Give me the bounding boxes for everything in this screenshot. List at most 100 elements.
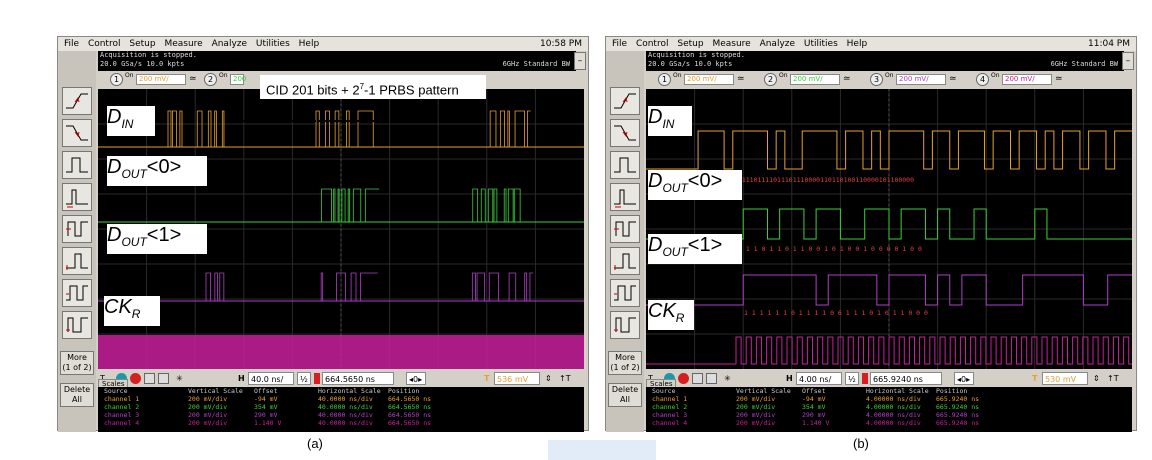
more-button[interactable]: More (1 of 2) [60, 351, 94, 375]
label-dout1: DOUT<1> [648, 234, 742, 264]
transition-trigger-button[interactable] [62, 279, 92, 307]
clock: 10:58 PM [540, 39, 582, 49]
dout1-trace [646, 274, 1132, 306]
trigger-stepper-icon[interactable]: ⇕ [1093, 372, 1100, 385]
channel-4-scale-input[interactable]: 200 mV/ [1002, 74, 1052, 85]
glitch-trigger-button[interactable] [62, 183, 92, 211]
ckr-trace [646, 336, 1134, 365]
trigger-level-input[interactable]: 530 mV [1042, 372, 1088, 385]
runt-trigger-button[interactable] [610, 215, 640, 243]
position-stepper[interactable]: ◂0▸ [954, 372, 974, 385]
clock: 11:04 PM [1088, 39, 1130, 49]
ckr-trace [98, 335, 584, 369]
channel-3-scale-input[interactable]: 200 mV/ [896, 74, 946, 85]
menu-analyze[interactable]: Analyze [212, 37, 247, 51]
scales-cell: 200 mV/div [736, 419, 776, 427]
setup-hold-trigger-button[interactable] [62, 311, 92, 339]
setup-hold-icon [614, 317, 636, 333]
timeout-trigger-button[interactable] [62, 247, 92, 275]
runt-trigger-button[interactable] [62, 215, 92, 243]
setup-hold-trigger-button[interactable] [610, 311, 640, 339]
glitch-trigger-button[interactable] [610, 183, 640, 211]
pulse-icon [66, 157, 88, 173]
menu-control[interactable]: Control [636, 37, 669, 51]
menu-utilities[interactable]: Utilities [256, 37, 290, 51]
channel-1-scale-input[interactable]: 200 mV/ [684, 74, 734, 85]
timebase-arrows[interactable]: ½ [297, 372, 311, 385]
print-icon[interactable] [706, 373, 717, 384]
din-burst [486, 110, 531, 148]
trigger-stepper-icon[interactable]: ⇕ [545, 372, 552, 385]
menu-setup[interactable]: Setup [129, 37, 155, 51]
menu-bar: File Control Setup Measure Analyze Utili… [58, 37, 588, 51]
autoscale-icon[interactable]: ✳ [724, 372, 731, 385]
pulse-width-trigger-button[interactable] [62, 151, 92, 179]
tool-column: More (1 of 2) Delete All [606, 51, 644, 432]
channel-1-scale-input[interactable]: 200 mV/ [136, 74, 186, 85]
scales-cell: channel 4 [104, 419, 140, 427]
delete-all-button[interactable]: Delete All [60, 383, 94, 407]
minimize-button[interactable]: – [574, 52, 586, 70]
timeout-trigger-button[interactable] [610, 247, 640, 275]
menu-measure[interactable]: Measure [164, 37, 202, 51]
caption-a: (a) [307, 436, 323, 451]
runt-icon [66, 221, 88, 237]
channel-2-scale-input[interactable]: 200 [230, 74, 246, 85]
falling-edge-trigger-button[interactable] [610, 119, 640, 147]
waveform-display[interactable]: 0111101111011101110000110110100110000101… [646, 89, 1134, 369]
rising-edge-trigger-button[interactable] [62, 87, 92, 115]
transition-trigger-button[interactable] [610, 279, 640, 307]
scales-cell: 664.5650 ns [388, 419, 432, 427]
bottom-toolbar: T ✳ H 40.0 ns/ ½ 664.5650 ns ◂0▸ T 536 m… [98, 371, 584, 387]
timebase-input[interactable]: 40.0 ns/ [248, 372, 294, 385]
menu-help[interactable]: Help [299, 37, 320, 51]
menu-file[interactable]: File [64, 37, 79, 51]
dout0-bit-labels: 0 1 1 0 1 1 0 1 1 0 0 1 0 1 0 0 1 0 0 0 … [738, 245, 922, 253]
print-icon[interactable] [158, 373, 169, 384]
position-marker [862, 373, 868, 384]
menu-help[interactable]: Help [847, 37, 868, 51]
scales-cell: 665.9240 ns [936, 419, 980, 427]
menu-utilities[interactable]: Utilities [804, 37, 838, 51]
single-button[interactable] [144, 373, 155, 384]
label-din: DIN [107, 106, 155, 136]
scales-cell: 1.140 V [802, 419, 830, 427]
label-dout1: DOUT<1> [107, 224, 207, 254]
scales-cell: channel 4 [652, 419, 688, 427]
rising-edge-trigger-button[interactable] [610, 87, 640, 115]
label-din: DIN [648, 106, 692, 136]
timebase-input[interactable]: 4.00 ns/ [796, 372, 842, 385]
channel-2-scale-input[interactable]: 200 mV/ [790, 74, 840, 85]
position-stepper[interactable]: ◂0▸ [406, 372, 426, 385]
position-input[interactable]: 665.9240 ns [870, 372, 942, 385]
more-button[interactable]: More (1 of 2) [608, 351, 642, 375]
label-ckr: CKR [648, 300, 694, 330]
bandwidth-label: 6GHz Standard BW [1050, 60, 1118, 68]
dout1-burst [205, 272, 229, 302]
position-input[interactable]: 664.5650 ns [322, 372, 394, 385]
falling-edge-trigger-button[interactable] [62, 119, 92, 147]
status-area: Acquisition is stopped. 20.0 GSa/s 10.0 … [646, 51, 1124, 71]
bandwidth-label: 6GHz Standard BW [502, 60, 570, 68]
menu-analyze[interactable]: Analyze [760, 37, 795, 51]
decorative-banner [548, 440, 656, 460]
position-marker [314, 373, 320, 384]
menu-setup[interactable]: Setup [677, 37, 703, 51]
minimize-button[interactable]: – [1122, 52, 1134, 70]
trigger-level-input[interactable]: 536 mV [494, 372, 540, 385]
menu-measure[interactable]: Measure [712, 37, 750, 51]
delete-all-button[interactable]: Delete All [608, 383, 642, 407]
single-button[interactable] [692, 373, 703, 384]
stop-button[interactable] [130, 373, 141, 384]
waveform-svg: 0111101111011101110000110110100110000101… [646, 89, 1134, 369]
timebase-arrows[interactable]: ½ [845, 372, 859, 385]
menu-control[interactable]: Control [88, 37, 121, 51]
stop-button[interactable] [678, 373, 689, 384]
pulse-width-trigger-button[interactable] [610, 151, 640, 179]
runt-icon [614, 221, 636, 237]
menu-file[interactable]: File [612, 37, 627, 51]
autoscale-icon[interactable]: ✳ [176, 372, 183, 385]
coupling-icon: ≃ [843, 74, 851, 84]
horizontal-label: H [238, 374, 245, 383]
channel-row: 1 On 200 mV/ ≃ 2 On 200 mV/ ≃ 3 On 200 m… [646, 71, 1136, 89]
